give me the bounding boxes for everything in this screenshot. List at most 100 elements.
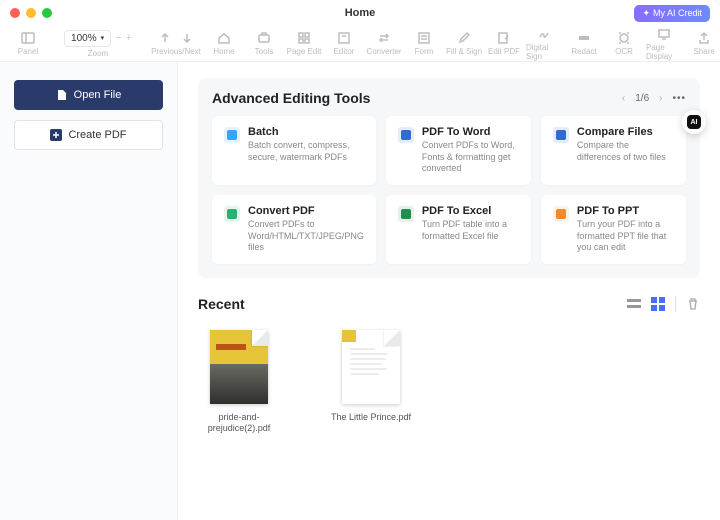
page-next-button[interactable]: › — [659, 93, 662, 104]
editor-icon — [337, 31, 351, 45]
tools-button[interactable]: Tools — [246, 31, 282, 56]
advanced-tools-panel: Advanced Editing Tools ‹ 1/6 › ••• Batch… — [198, 78, 700, 278]
home-label: Home — [213, 47, 234, 56]
fill-sign-label: Fill & Sign — [446, 47, 482, 56]
tool-card[interactable]: PDF To Excel Turn PDF table into a forma… — [386, 195, 531, 264]
open-file-label: Open File — [74, 89, 122, 101]
tool-card-icon — [398, 206, 414, 222]
doc-thumbnail — [210, 330, 268, 404]
page-prev-button[interactable]: ‹ — [622, 93, 625, 104]
tool-card-desc: Batch convert, compress, secure, waterma… — [248, 140, 364, 163]
app-window: Home ✦ My AI Credit Panel 100% ▾ − + Zoo… — [0, 0, 720, 520]
advanced-tools-title: Advanced Editing Tools — [212, 90, 370, 106]
display-icon — [657, 27, 671, 41]
tool-card-desc: Convert PDFs to Word, Fonts & formatting… — [422, 140, 519, 175]
pen-icon — [457, 31, 471, 45]
zoom-in-button[interactable]: + — [126, 32, 132, 44]
recent-doc[interactable]: The Little Prince.pdf — [336, 330, 406, 435]
sidebar: Open File Create PDF — [0, 62, 178, 520]
open-file-button[interactable]: Open File — [14, 80, 163, 110]
panel-toggle[interactable]: Panel — [10, 31, 46, 56]
converter-label: Converter — [366, 47, 401, 56]
edit-icon — [497, 31, 511, 45]
list-view-button[interactable] — [627, 297, 641, 311]
edit-pdf-button[interactable]: Edit PDF — [486, 31, 522, 56]
tool-card-icon — [553, 206, 569, 222]
home-button[interactable]: Home — [206, 31, 242, 56]
plus-square-icon — [50, 129, 62, 141]
main-content: Advanced Editing Tools ‹ 1/6 › ••• Batch… — [178, 62, 720, 520]
signature-icon — [537, 27, 551, 41]
view-separator — [675, 297, 676, 311]
trash-icon — [686, 297, 700, 311]
tool-card-icon — [224, 206, 240, 222]
create-pdf-label: Create PDF — [68, 129, 126, 141]
view-controls — [627, 297, 700, 311]
list-icon — [627, 297, 641, 311]
grid-view-icon — [651, 297, 665, 311]
zoom-label: Zoom — [88, 49, 108, 58]
page-indicator: 1/6 — [635, 93, 649, 104]
doc-thumbnail — [342, 330, 400, 404]
zoom-out-button[interactable]: − — [115, 32, 121, 44]
prev-next-nav[interactable]: Previous/Next — [150, 31, 202, 56]
advanced-tools-grid: Batch Batch convert, compress, secure, w… — [212, 116, 686, 264]
converter-button[interactable]: Converter — [366, 31, 402, 56]
tool-card-title: PDF To Word — [422, 126, 519, 138]
recent-section: Recent — [198, 296, 700, 435]
ocr-label: OCR — [615, 47, 633, 56]
tool-card-desc: Convert PDFs to Word/HTML/TXT/JPEG/PNG f… — [248, 219, 364, 254]
ai-assistant-button[interactable]: AI — [682, 110, 706, 134]
editor-label: Editor — [334, 47, 355, 56]
share-icon — [697, 31, 711, 45]
tool-card[interactable]: Compare Files Compare the differences of… — [541, 116, 686, 185]
grid-view-button[interactable] — [651, 297, 665, 311]
tool-card-desc: Turn PDF table into a formatted Excel fi… — [422, 219, 519, 242]
page-edit-button[interactable]: Page Edit — [286, 31, 322, 56]
tool-card-title: PDF To PPT — [577, 205, 674, 217]
content-body: Open File Create PDF Advanced Editing To… — [0, 62, 720, 520]
ai-credit-button[interactable]: ✦ My AI Credit — [634, 5, 710, 22]
zoom-value: 100% — [71, 33, 97, 44]
fill-sign-button[interactable]: Fill & Sign — [446, 31, 482, 56]
editor-button[interactable]: Editor — [326, 31, 362, 56]
tool-card-title: Compare Files — [577, 126, 674, 138]
page-display-label: Page Display — [646, 43, 682, 61]
file-icon — [56, 89, 68, 101]
more-options-button[interactable]: ••• — [672, 93, 686, 104]
delete-button[interactable] — [686, 297, 700, 311]
ocr-button[interactable]: OCR — [606, 31, 642, 56]
main-toolbar: Panel 100% ▾ − + Zoom Previous/Next — [0, 26, 720, 62]
share-label: Share — [693, 47, 714, 56]
tool-card-title: Convert PDF — [248, 205, 364, 217]
home-icon — [217, 31, 231, 45]
form-icon — [417, 31, 431, 45]
page-display-button[interactable]: Page Display — [646, 27, 682, 61]
redact-button[interactable]: Redact — [566, 31, 602, 56]
arrow-down-icon — [180, 31, 194, 45]
share-button[interactable]: Share — [686, 31, 720, 56]
doc-name: The Little Prince.pdf — [330, 412, 412, 423]
tool-card[interactable]: Batch Batch convert, compress, secure, w… — [212, 116, 376, 185]
grid-icon — [297, 31, 311, 45]
digital-sign-button[interactable]: Digital Sign — [526, 27, 562, 61]
tool-card-desc: Compare the differences of two files — [577, 140, 674, 163]
create-pdf-button[interactable]: Create PDF — [14, 120, 163, 150]
tool-card[interactable]: PDF To PPT Turn your PDF into a formatte… — [541, 195, 686, 264]
tool-card-icon — [224, 127, 240, 143]
converter-icon — [377, 31, 391, 45]
zoom-control: 100% ▾ − + Zoom — [62, 30, 134, 58]
tool-card[interactable]: PDF To Word Convert PDFs to Word, Fonts … — [386, 116, 531, 185]
doc-name: pride-and-prejudice(2).pdf — [198, 412, 280, 435]
ai-credit-label: My AI Credit — [653, 8, 702, 18]
form-button[interactable]: Form — [406, 31, 442, 56]
recent-header: Recent — [198, 296, 700, 312]
edit-pdf-label: Edit PDF — [488, 47, 520, 56]
tool-card-icon — [398, 127, 414, 143]
tool-card[interactable]: Convert PDF Convert PDFs to Word/HTML/TX… — [212, 195, 376, 264]
zoom-dropdown[interactable]: 100% ▾ — [64, 30, 111, 47]
recent-doc[interactable]: pride-and-prejudice(2).pdf — [204, 330, 274, 435]
tool-card-title: PDF To Excel — [422, 205, 519, 217]
chevron-down-icon: ▾ — [101, 34, 105, 42]
page-edit-label: Page Edit — [287, 47, 322, 56]
